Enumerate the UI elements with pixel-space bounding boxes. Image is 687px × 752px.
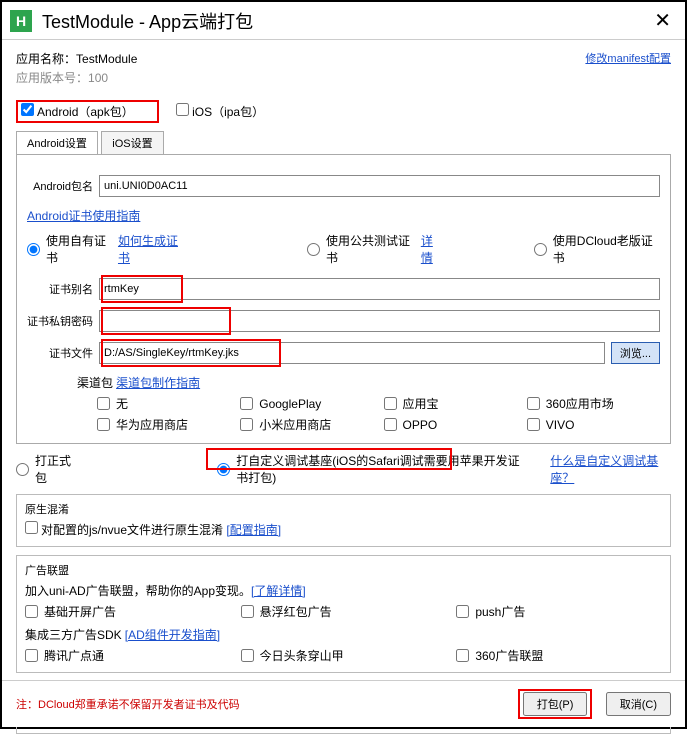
pkg-input[interactable]	[99, 175, 660, 197]
cancel-button[interactable]: 取消(C)	[606, 692, 671, 716]
ad-csj[interactable]: 今日头条穿山甲	[241, 647, 447, 664]
app-name-label: 应用名称：	[16, 52, 76, 66]
cert-dcloud-radio[interactable]	[534, 243, 547, 256]
manifest-link[interactable]: 修改manifest配置	[585, 50, 671, 66]
ads-join-link[interactable]: [了解详情]	[251, 584, 306, 598]
app-icon: H	[10, 10, 32, 32]
content: 应用名称：TestModule 应用版本号：100 修改manifest配置 A…	[2, 40, 685, 752]
channel-google[interactable]: GooglePlay	[240, 395, 373, 412]
channel-none[interactable]: 无	[97, 395, 230, 412]
ad-360[interactable]: 360广告联盟	[456, 647, 662, 664]
tabs: Android设置 iOS设置	[16, 131, 671, 155]
platform-row: Android（apk包） iOS（ipa包）	[16, 100, 671, 123]
pwd-label: 证书私钥密码	[27, 313, 99, 329]
cert-public-link[interactable]: 详情	[421, 232, 444, 266]
cert-dcloud-label: 使用DCloud老版证书	[553, 232, 660, 266]
tab-ios[interactable]: iOS设置	[101, 131, 163, 155]
custom-base-radio[interactable]: 打自定义调试基座(iOS的Safari调试需要用苹果开发证书打包)	[217, 452, 530, 486]
official-pack-radio[interactable]: 打正式包	[16, 452, 77, 486]
ads-sdk-label: 集成三方广告SDK	[25, 628, 122, 642]
window-title: TestModule - App云端打包	[42, 8, 648, 34]
alias-label: 证书别名	[27, 281, 99, 297]
channel-xiaomi[interactable]: 小米应用商店	[240, 416, 373, 433]
android-platform-checkbox[interactable]: Android（apk包）	[21, 105, 134, 119]
native-check[interactable]: 对配置的js/nvue文件进行原生混淆	[25, 523, 223, 537]
cert-own-radio[interactable]	[27, 243, 40, 256]
channel-label: 渠道包	[77, 376, 113, 390]
channel-vivo[interactable]: VIVO	[527, 416, 660, 433]
native-title: 原生混淆	[25, 501, 662, 517]
browse-button[interactable]: 浏览...	[611, 342, 660, 364]
file-label: 证书文件	[27, 345, 99, 361]
dialog-window: H TestModule - App云端打包 ✕ 应用名称：TestModule…	[0, 0, 687, 729]
android-label: Android（apk包）	[37, 105, 134, 119]
ios-platform-checkbox[interactable]: iOS（ipa包）	[176, 105, 264, 119]
ads-title: 广告联盟	[25, 562, 662, 578]
footer: 注：DCloud郑重承诺不保留开发者证书及代码 打包(P) 取消(C)	[2, 680, 685, 727]
cert-public-radio[interactable]	[307, 243, 320, 256]
footer-note: 注：DCloud郑重承诺不保留开发者证书及代码	[16, 696, 240, 712]
ad-splash[interactable]: 基础开屏广告	[25, 603, 231, 620]
android-tab-body: Android包名 Android证书使用指南 使用自有证书 如何生成证书 使用…	[16, 154, 671, 444]
tab-android[interactable]: Android设置	[16, 131, 98, 155]
pwd-input[interactable]	[99, 310, 660, 332]
version-label: 应用版本号：	[16, 71, 88, 85]
native-fieldset: 原生混淆 对配置的js/nvue文件进行原生混淆 [配置指南]	[16, 494, 671, 547]
ad-push[interactable]: push广告	[456, 603, 662, 620]
pack-button[interactable]: 打包(P)	[523, 692, 588, 716]
ads-sdk-link[interactable]: [AD组件开发指南]	[125, 628, 220, 642]
app-version-row: 应用版本号：100	[16, 69, 137, 86]
file-input[interactable]	[99, 342, 605, 364]
app-name-value: TestModule	[76, 52, 137, 66]
channel-huawei[interactable]: 华为应用商店	[97, 416, 230, 433]
ads-fieldset: 广告联盟 加入uni-AD广告联盟，帮助你的App变现。[了解详情] 基础开屏广…	[16, 555, 671, 673]
channel-link[interactable]: 渠道包制作指南	[116, 376, 200, 390]
cert-own-label: 使用自有证书	[46, 232, 115, 266]
ios-label: iOS（ipa包）	[192, 105, 264, 119]
ad-gdt[interactable]: 腾讯广点通	[25, 647, 231, 664]
native-link[interactable]: [配置指南]	[226, 523, 281, 537]
ads-join-text: 加入uni-AD广告联盟，帮助你的App变现。	[25, 584, 251, 598]
channel-yyb[interactable]: 应用宝	[384, 395, 517, 412]
custom-base-link[interactable]: 什么是自定义调试基座？	[550, 452, 671, 486]
cert-guide-link[interactable]: Android证书使用指南	[27, 209, 140, 223]
version-value: 100	[88, 71, 108, 85]
ad-redpack[interactable]: 悬浮红包广告	[241, 603, 447, 620]
channel-oppo[interactable]: OPPO	[384, 416, 517, 433]
titlebar: H TestModule - App云端打包 ✕	[2, 2, 685, 40]
alias-input[interactable]	[99, 278, 660, 300]
cert-public-label: 使用公共测试证书	[326, 232, 418, 266]
channel-checks: 无 GooglePlay 应用宝 360应用市场 华为应用商店 小米应用商店 O…	[97, 395, 660, 433]
app-name-row: 应用名称：TestModule	[16, 50, 137, 67]
channel-360[interactable]: 360应用市场	[527, 395, 660, 412]
cert-own-link[interactable]: 如何生成证书	[118, 232, 187, 266]
pkg-label: Android包名	[27, 178, 99, 194]
close-icon[interactable]: ✕	[648, 8, 677, 33]
